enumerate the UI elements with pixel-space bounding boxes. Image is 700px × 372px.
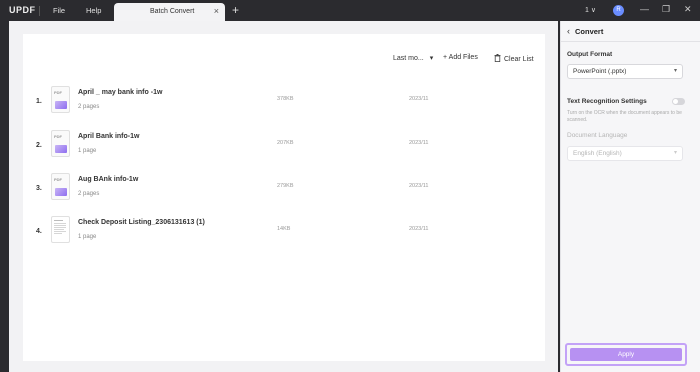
chevron-down-icon: ▾: [673, 150, 677, 156]
file-pages: 1 page: [78, 148, 97, 154]
text-recognition-label: Text Recognition Settings: [567, 98, 647, 105]
close-icon[interactable]: ×: [214, 6, 219, 16]
close-window-icon[interactable]: ✕: [684, 4, 692, 15]
app-logo: UPDF: [9, 5, 36, 15]
file-pages: 2 pages: [78, 191, 100, 197]
file-size: 378KB: [277, 96, 294, 102]
apply-highlight: Apply: [565, 343, 687, 366]
menu-help[interactable]: Help: [86, 6, 101, 15]
file-name: Check Deposit Listing_2306131613 (1): [78, 219, 205, 226]
ocr-hint: Turn on the OCR when the document appear…: [567, 110, 682, 123]
page-indicator[interactable]: 1 ∨: [585, 6, 596, 14]
file-row[interactable]: 1. PDF April _ may bank info -1w 2 pages…: [23, 86, 545, 126]
document-thumbnail-icon: [51, 216, 70, 243]
document-language-value: English (English): [573, 150, 622, 157]
trash-icon: [494, 54, 501, 62]
document-language-label: Document Language: [567, 132, 628, 139]
file-date: 2023/11: [409, 140, 429, 146]
avatar[interactable]: R: [613, 5, 624, 16]
sort-label: Last mo...: [393, 55, 424, 62]
chevron-down-icon: ▾: [673, 68, 677, 74]
file-date: 2023/11: [409, 226, 429, 232]
convert-panel: ‹ Convert Output Format PowerPoint (.ppt…: [560, 21, 700, 372]
panel-title: Convert: [575, 27, 604, 36]
file-size: 207KB: [277, 140, 294, 146]
chevron-down-icon: ▾: [429, 55, 434, 62]
title-separator: [39, 6, 40, 16]
document-language-select[interactable]: English (English) ▾: [567, 146, 683, 161]
pdf-tag: PDF: [54, 134, 62, 139]
main-area: Last mo... ▾ + Add Files Clear List 1. P…: [9, 21, 558, 372]
file-pages: 1 page: [78, 234, 97, 240]
file-name: April _ may bank info -1w: [78, 89, 163, 96]
file-index: 3.: [36, 185, 42, 192]
clear-list-label: Clear List: [504, 56, 534, 63]
pdf-thumbnail-icon: PDF: [51, 130, 70, 157]
file-index: 4.: [36, 228, 42, 235]
file-list-card: Last mo... ▾ + Add Files Clear List 1. P…: [23, 34, 545, 361]
output-format-value: PowerPoint (.pptx): [573, 68, 627, 75]
file-size: 14KB: [277, 226, 291, 232]
clear-list-button[interactable]: Clear List: [494, 54, 534, 63]
menu-file[interactable]: File: [53, 6, 65, 15]
sort-dropdown[interactable]: Last mo... ▾: [393, 54, 433, 62]
output-format-label: Output Format: [567, 51, 613, 58]
file-date: 2023/11: [409, 96, 429, 102]
pdf-tag: PDF: [54, 90, 62, 95]
file-size: 279KB: [277, 183, 294, 189]
file-row[interactable]: 2. PDF April Bank info-1w 1 page 207KB 2…: [23, 130, 545, 170]
divider: [561, 41, 700, 42]
apply-button[interactable]: Apply: [570, 348, 682, 361]
tab-label: Batch Convert: [150, 8, 195, 15]
pdf-tag: PDF: [54, 177, 62, 182]
tab-batch-convert[interactable]: Batch Convert ×: [114, 3, 225, 21]
file-date: 2023/11: [409, 183, 429, 189]
chevron-left-icon[interactable]: ‹: [567, 26, 570, 36]
add-tab-icon[interactable]: +: [232, 3, 239, 17]
file-pages: 2 pages: [78, 104, 100, 110]
file-index: 2.: [36, 142, 42, 149]
file-name: Aug BAnk info-1w: [78, 176, 139, 183]
file-row[interactable]: 4. Check Deposit Listing_2306131613 (1) …: [23, 216, 545, 256]
minimize-icon[interactable]: —: [640, 4, 649, 14]
output-format-select[interactable]: PowerPoint (.pptx) ▾: [567, 64, 683, 79]
pdf-thumbnail-icon: PDF: [51, 173, 70, 200]
add-files-button[interactable]: + Add Files: [443, 54, 478, 61]
file-index: 1.: [36, 98, 42, 105]
pdf-thumbnail-icon: PDF: [51, 86, 70, 113]
title-bar: UPDF File Help Batch Convert × + 1 ∨ R —…: [0, 0, 700, 21]
restore-icon[interactable]: ❐: [662, 4, 670, 15]
file-row[interactable]: 3. PDF Aug BAnk info-1w 2 pages 279KB 20…: [23, 173, 545, 213]
file-name: April Bank info-1w: [78, 133, 140, 140]
ocr-toggle[interactable]: [672, 98, 685, 105]
